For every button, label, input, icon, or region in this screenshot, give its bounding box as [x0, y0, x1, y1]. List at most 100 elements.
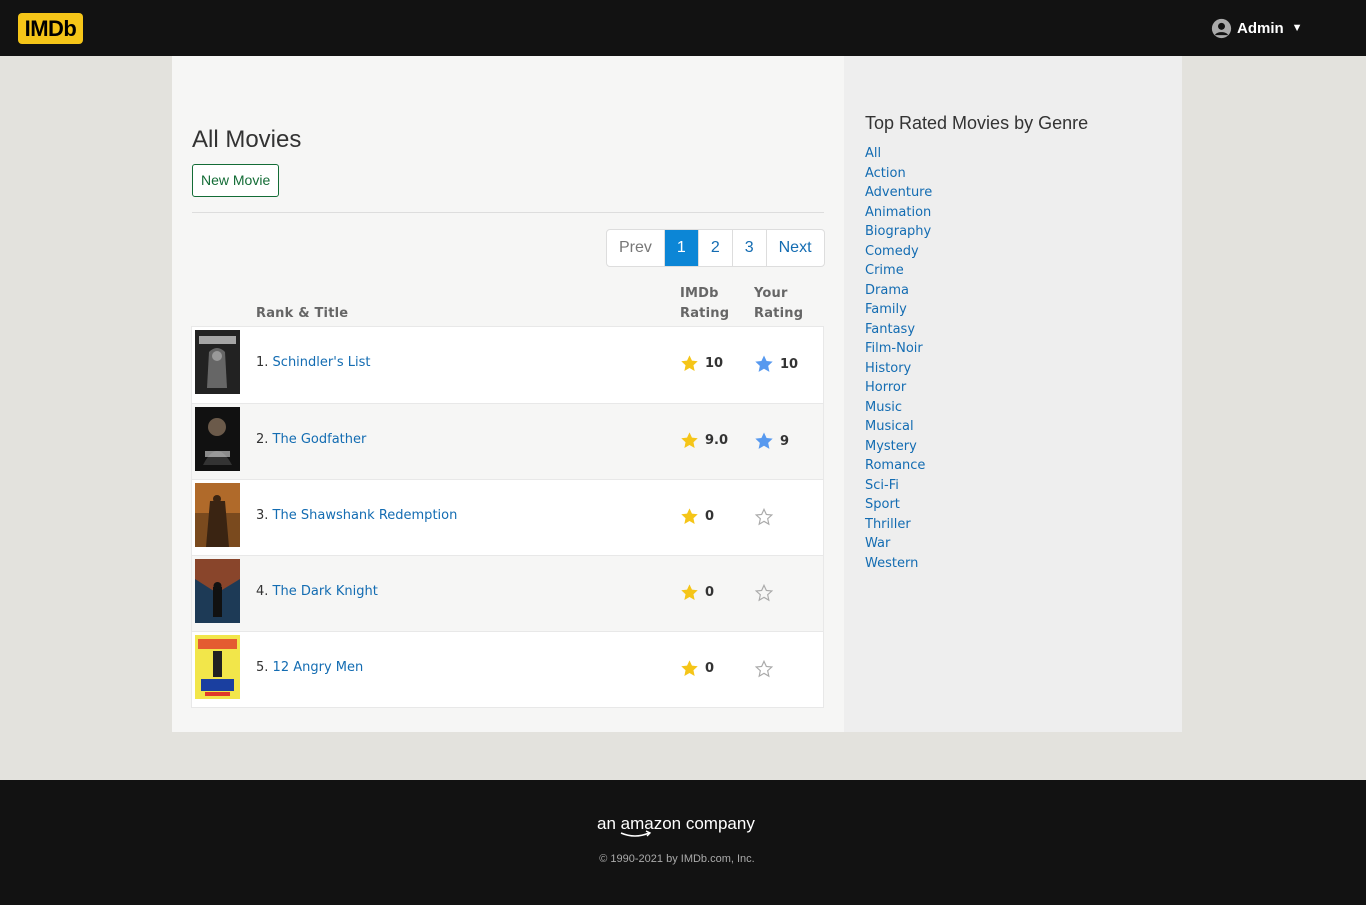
imdb-rating: 0: [680, 659, 714, 678]
imdb-logo[interactable]: IMDb: [18, 13, 83, 44]
star-filled-gold-icon: [681, 660, 698, 676]
movie-title-link[interactable]: The Godfather: [273, 432, 367, 447]
table-row: 5. 12 Angry Men 0: [192, 631, 823, 707]
new-movie-button[interactable]: New Movie: [192, 164, 280, 197]
imdb-rating: 10: [680, 354, 723, 373]
genre-link-horror[interactable]: Horror: [865, 378, 932, 398]
movie-rank: 4.: [256, 584, 269, 599]
movie-title-link[interactable]: The Dark Knight: [273, 584, 378, 599]
rate-this-button[interactable]: [754, 659, 780, 679]
movie-title-link[interactable]: 12 Angry Men: [273, 660, 364, 675]
genre-link-music[interactable]: Music: [865, 398, 932, 418]
genre-link-film-noir[interactable]: Film-Noir: [865, 339, 932, 359]
genre-link-history[interactable]: History: [865, 359, 932, 379]
star-filled-gold-icon: [681, 355, 698, 371]
movie-rank: 3.: [256, 508, 269, 523]
user-menu[interactable]: Admin ▼: [1211, 17, 1303, 39]
genre-link-thriller[interactable]: Thriller: [865, 515, 932, 535]
genre-link-action[interactable]: Action: [865, 164, 932, 184]
genre-link-musical[interactable]: Musical: [865, 417, 932, 437]
genre-link-all[interactable]: All: [865, 144, 932, 164]
genre-link-comedy[interactable]: Comedy: [865, 242, 932, 262]
star-outline-icon: [754, 583, 774, 602]
movie-title-cell: 3. The Shawshank Redemption: [256, 508, 457, 523]
content-container: All Movies New Movie Prev 1 2 3 Next Ran…: [172, 56, 1182, 732]
pagination: Prev 1 2 3 Next: [606, 229, 825, 267]
movie-title-link[interactable]: The Shawshank Redemption: [273, 508, 458, 523]
top-navbar: IMDb Admin ▼: [0, 0, 1366, 56]
col-header-imdb-line1: IMDb: [680, 286, 719, 301]
genre-link-fantasy[interactable]: Fantasy: [865, 320, 932, 340]
star-filled-gold-icon: [681, 432, 698, 448]
col-header-your-line1: Your: [754, 286, 788, 301]
movie-rank: 5.: [256, 660, 269, 675]
star-outline-icon: [754, 659, 774, 678]
page-1-button[interactable]: 1: [663, 230, 698, 266]
star-filled-gold-icon: [681, 508, 698, 524]
amazon-logo-text: an amazon company: [597, 814, 755, 833]
imdb-rating: 0: [680, 507, 714, 526]
imdb-rating-value: 0: [705, 585, 715, 600]
genre-link-romance[interactable]: Romance: [865, 456, 932, 476]
movie-title-cell: 2. The Godfather: [256, 432, 366, 447]
genre-link-drama[interactable]: Drama: [865, 281, 932, 301]
imdb-rating-value: 10: [705, 356, 724, 371]
genre-link-western[interactable]: Western: [865, 554, 932, 574]
col-header-your-rating: Your Rating: [754, 284, 803, 324]
your-rating[interactable]: 9: [754, 431, 789, 451]
divider: [192, 212, 824, 213]
imdb-rating: 9.0: [680, 431, 728, 450]
caret-down-icon: ▼: [1291, 22, 1303, 34]
page-2-button[interactable]: 2: [697, 230, 732, 266]
rate-this-button[interactable]: [754, 507, 780, 527]
genre-link-family[interactable]: Family: [865, 300, 932, 320]
movie-title-cell: 4. The Dark Knight: [256, 584, 378, 599]
amazon-company-logo[interactable]: an amazon company: [597, 814, 759, 838]
movie-poster[interactable]: [195, 483, 240, 547]
movie-poster[interactable]: [195, 407, 240, 471]
genre-list: All Action Adventure Animation Biography…: [865, 144, 932, 573]
page-title: All Movies: [192, 126, 302, 153]
your-rating[interactable]: 10: [754, 354, 798, 374]
star-filled-gold-icon: [681, 584, 698, 600]
genre-link-war[interactable]: War: [865, 534, 932, 554]
genre-sidebar: Top Rated Movies by Genre All Action Adv…: [844, 56, 1182, 732]
col-header-your-line2: Rating: [754, 306, 804, 321]
col-header-imdb-line2: Rating: [680, 306, 730, 321]
imdb-rating-value: 0: [705, 661, 715, 676]
next-page-button[interactable]: Next: [765, 230, 824, 266]
imdb-rating-value: 9.0: [705, 433, 729, 448]
genre-link-sci-fi[interactable]: Sci-Fi: [865, 476, 932, 496]
table-row: 2. The Godfather 9.0 9: [192, 403, 823, 479]
genre-link-animation[interactable]: Animation: [865, 203, 932, 223]
genre-link-crime[interactable]: Crime: [865, 261, 932, 281]
star-filled-blue-icon: [755, 355, 773, 372]
genre-link-biography[interactable]: Biography: [865, 222, 932, 242]
movie-poster[interactable]: [195, 635, 240, 699]
movies-table: 1. Schindler's List 10 10 2. The Godfath…: [191, 326, 824, 708]
prev-page-button[interactable]: Prev: [607, 230, 664, 266]
rate-this-button[interactable]: [754, 583, 780, 603]
movie-poster[interactable]: [195, 330, 240, 394]
logo-text: IMDb: [24, 15, 77, 41]
copyright-text: © 1990-2021 by IMDb.com, Inc.: [599, 853, 755, 865]
your-rating-value: 9: [780, 433, 790, 449]
col-header-imdb-rating: IMDb Rating: [680, 284, 729, 324]
sidebar-title: Top Rated Movies by Genre: [865, 113, 1089, 133]
movie-rank: 2.: [256, 432, 269, 447]
col-header-rank-title: Rank & Title: [256, 306, 349, 321]
movie-poster[interactable]: [195, 559, 240, 623]
genre-link-mystery[interactable]: Mystery: [865, 437, 932, 457]
star-filled-blue-icon: [755, 432, 773, 449]
genre-link-sport[interactable]: Sport: [865, 495, 932, 515]
user-name: Admin: [1237, 19, 1284, 37]
user-avatar-icon: [1211, 18, 1232, 38]
your-rating-value: 10: [780, 356, 799, 372]
imdb-rating: 0: [680, 583, 714, 602]
table-row: 1. Schindler's List 10 10: [192, 327, 823, 403]
movie-title-cell: 5. 12 Angry Men: [256, 660, 363, 675]
page-3-button[interactable]: 3: [731, 230, 766, 266]
movie-title-link[interactable]: Schindler's List: [273, 355, 371, 370]
movie-title-cell: 1. Schindler's List: [256, 355, 370, 370]
genre-link-adventure[interactable]: Adventure: [865, 183, 932, 203]
